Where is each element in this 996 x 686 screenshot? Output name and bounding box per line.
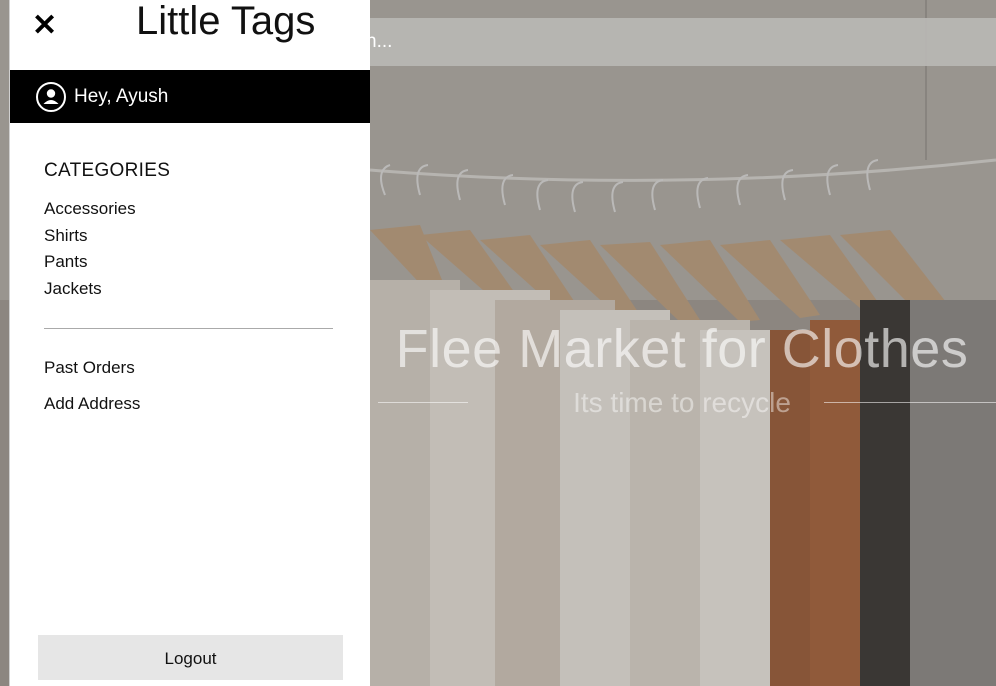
add-address-link[interactable]: Add Address: [44, 394, 140, 414]
search-input[interactable]: h...: [352, 18, 996, 66]
category-item-jackets[interactable]: Jackets: [44, 278, 136, 305]
category-item-accessories[interactable]: Accessories: [44, 198, 136, 225]
hero-subtitle-row: Its time to recycle: [368, 387, 996, 419]
categories-heading: CATEGORIES: [44, 160, 171, 181]
brand-title: Little Tags: [136, 0, 316, 43]
divider-line-right: [824, 402, 996, 403]
category-item-pants[interactable]: Pants: [44, 251, 136, 278]
past-orders-link[interactable]: Past Orders: [44, 358, 135, 378]
category-list: Accessories Shirts Pants Jackets: [44, 198, 136, 304]
divider: [44, 328, 333, 329]
side-drawer: ✕ Little Tags Hey, Ayush CATEGORIES Acce…: [9, 0, 370, 686]
logout-button[interactable]: Logout: [38, 635, 343, 680]
category-item-shirts[interactable]: Shirts: [44, 225, 136, 252]
hero-subtitle: Its time to recycle: [573, 387, 791, 418]
hero-title: Flee Market for Clothes: [395, 319, 969, 379]
user-greeting-bar[interactable]: Hey, Ayush: [10, 70, 370, 123]
close-icon[interactable]: ✕: [32, 10, 62, 42]
user-circle-icon: [36, 81, 66, 112]
user-greeting: Hey, Ayush: [74, 85, 169, 107]
